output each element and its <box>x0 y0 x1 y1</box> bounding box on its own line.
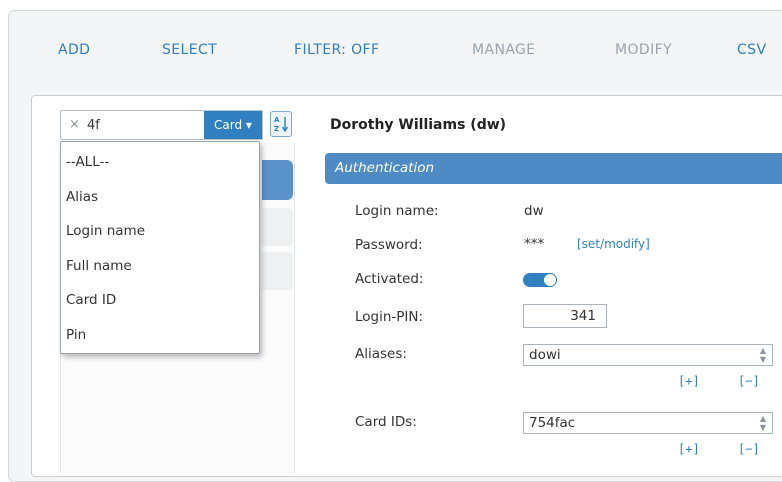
password-value: *** <box>524 236 545 252</box>
spinner-arrows-icon[interactable]: ▲ ▼ <box>760 414 766 432</box>
list-item[interactable] <box>262 208 293 246</box>
top-nav: ADD SELECT FILTER: OFF MANAGE MODIFY CSV <box>0 0 782 80</box>
search-field: × Card ▾ <box>60 110 263 140</box>
dropdown-option-pin[interactable]: Pin <box>66 327 86 343</box>
aliases-label: Aliases: <box>355 346 407 362</box>
close-icon[interactable]: × <box>69 117 80 132</box>
dropdown-option-login-name[interactable]: Login name <box>66 223 145 239</box>
nav-add[interactable]: ADD <box>58 42 90 58</box>
password-label: Password: <box>355 237 423 253</box>
login-pin-field[interactable]: 341 <box>523 304 607 328</box>
nav-select[interactable]: SELECT <box>162 42 217 58</box>
toggle-knob <box>544 274 556 286</box>
search-field-selector[interactable]: Card ▾ <box>204 111 262 139</box>
activated-toggle[interactable] <box>523 273 557 287</box>
search-field-dropdown: --ALL-- Alias Login name Full name Card … <box>60 141 260 354</box>
card-ids-label: Card IDs: <box>355 414 417 430</box>
activated-label: Activated: <box>355 271 424 287</box>
section-title: Authentication <box>335 160 435 176</box>
svg-text:Z: Z <box>274 125 279 133</box>
login-pin-label: Login-PIN: <box>355 309 424 325</box>
spinner-arrows-icon[interactable]: ▲ ▼ <box>760 346 766 364</box>
login-name-label: Login name: <box>355 203 439 219</box>
card-ids-remove-button[interactable]: [−] <box>738 442 760 456</box>
card-ids-value: 754fac <box>529 415 576 431</box>
nav-csv[interactable]: CSV <box>737 42 766 58</box>
section-header[interactable]: Authentication <box>325 153 782 184</box>
user-title: Dorothy Williams (dw) <box>330 117 507 133</box>
card-ids-add-button[interactable]: [+] <box>678 442 700 456</box>
aliases-value: dowi <box>529 347 561 363</box>
dropdown-option-card-id[interactable]: Card ID <box>66 292 116 308</box>
nav-manage: MANAGE <box>472 42 536 58</box>
dropdown-option-alias[interactable]: Alias <box>66 189 98 205</box>
aliases-add-button[interactable]: [+] <box>678 374 700 388</box>
sort-az-icon[interactable]: A Z <box>270 111 292 137</box>
list-item[interactable] <box>262 252 293 290</box>
nav-filter[interactable]: FILTER: OFF <box>294 42 379 58</box>
dropdown-option-full-name[interactable]: Full name <box>66 258 132 274</box>
search-input[interactable] <box>87 115 197 135</box>
dropdown-option-all[interactable]: --ALL-- <box>66 154 109 170</box>
aliases-field[interactable]: dowi ▲ ▼ <box>523 344 773 366</box>
nav-modify: MODIFY <box>615 42 673 58</box>
aliases-remove-button[interactable]: [−] <box>738 374 760 388</box>
list-item-selected[interactable] <box>262 160 293 200</box>
svg-text:A: A <box>274 116 280 124</box>
card-ids-field[interactable]: 754fac ▲ ▼ <box>523 412 773 434</box>
login-name-value: dw <box>524 203 544 219</box>
password-set-modify-link[interactable]: [set/modify] <box>577 237 650 251</box>
